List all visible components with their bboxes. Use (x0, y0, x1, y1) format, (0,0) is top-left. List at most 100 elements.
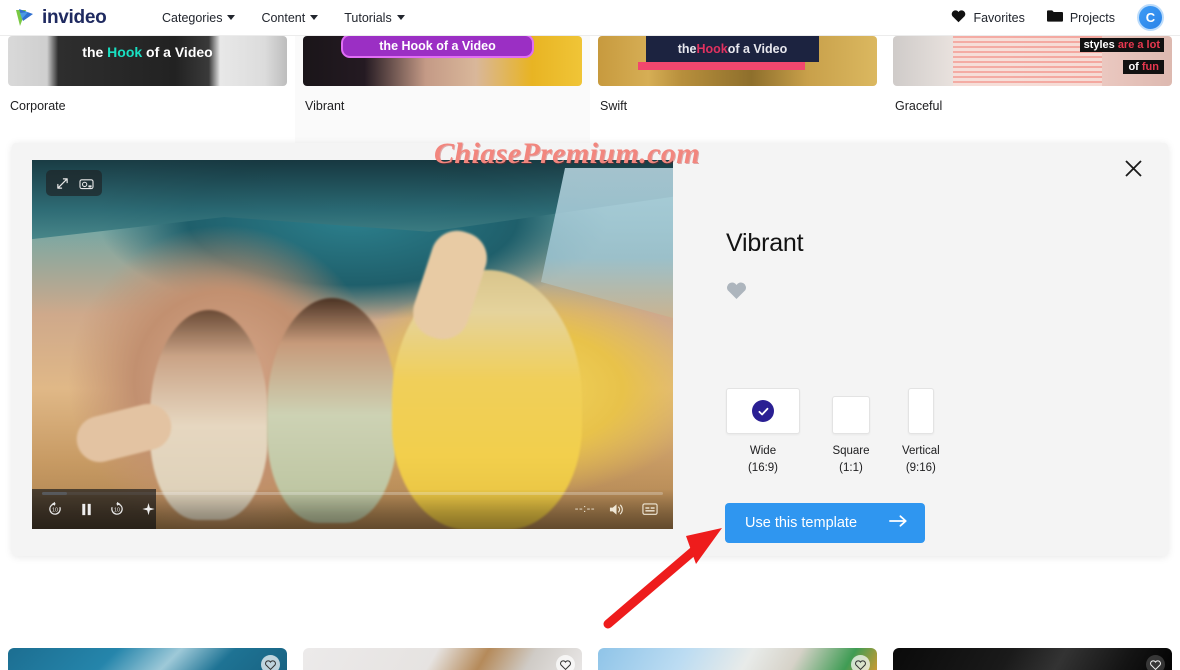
template-row-bottom (0, 648, 1180, 670)
video-player[interactable]: 10 10 --:-- (32, 160, 673, 529)
aspect-ratio-selector: Wide (16:9) Square (1:1) Vertical (9:16) (726, 388, 940, 476)
caption-highlight: Hook (696, 42, 728, 56)
header-actions: Favorites Projects C (951, 4, 1164, 31)
use-this-template-label: Use this template (745, 515, 858, 531)
aspect-ratio-label-wide: Wide (16:9) (748, 443, 778, 476)
sparkle-settings-icon[interactable] (135, 496, 161, 522)
camera-snapshot-icon[interactable] (75, 173, 97, 193)
projects-label: Projects (1069, 10, 1115, 25)
user-avatar[interactable]: C (1137, 4, 1164, 31)
arrow-right-icon (889, 514, 908, 532)
favorite-toggle-button[interactable] (726, 281, 747, 305)
caption-post: of a Video (142, 44, 213, 60)
nav-label-tutorials: Tutorials (344, 10, 392, 25)
svg-text:10: 10 (114, 508, 120, 514)
caption-pre: the (677, 42, 697, 56)
aspect-ratio-option-square[interactable]: Square (1:1) (832, 396, 870, 476)
template-thumbnail-bottom-1 (8, 648, 287, 670)
invideo-template-page: invideo Categories Content Tutorials Fav… (0, 0, 1180, 670)
video-controls-left: 10 10 (42, 496, 161, 522)
resize-expand-icon[interactable] (51, 173, 73, 193)
heart-icon (951, 9, 966, 26)
template-card-bottom-1[interactable] (0, 648, 295, 670)
aspect-ratio-label-vertical: Vertical (9:16) (902, 443, 940, 476)
replay-10-icon[interactable]: 10 (42, 496, 68, 522)
favorites-label: Favorites (973, 10, 1025, 25)
chevron-down-icon (310, 15, 319, 20)
video-controls-right: --:-- (575, 496, 663, 522)
aspect-ratio-box-vertical (907, 388, 934, 434)
aspect-ratio-option-vertical[interactable]: Vertical (9:16) (902, 388, 940, 476)
subtitles-cc-icon[interactable] (637, 496, 663, 522)
caption-pre: the (82, 44, 108, 60)
template-thumbnail-corporate: the Hook of a Video (8, 36, 287, 86)
template-thumbnail-vibrant: the Hook of a Video (303, 36, 582, 86)
caption-post: of a Video (727, 42, 788, 56)
chevron-down-icon (396, 15, 405, 20)
template-thumbnail-bottom-2 (303, 648, 582, 670)
video-top-controls (46, 170, 102, 196)
nav-label-content: Content (261, 10, 306, 25)
caption-highlight: are a lot (1117, 39, 1160, 51)
check-circle-icon (752, 400, 774, 422)
template-title: Vibrant (726, 229, 804, 257)
template-thumbnail-graceful: styles are a lot of fun (893, 36, 1172, 86)
template-card-bottom-2[interactable] (295, 648, 590, 670)
main-nav: Categories Content Tutorials (162, 11, 405, 25)
template-card-graceful[interactable]: styles are a lot of fun Graceful (885, 36, 1180, 143)
template-row-top: the Hook of a Video Corporate the Hook o… (0, 36, 1180, 143)
template-detail-panel: Vibrant Wide (16:9) Square (1:1) Vertica… (712, 143, 1168, 556)
brand-logo[interactable]: invideo (14, 7, 134, 29)
heart-icon[interactable] (261, 655, 280, 670)
thumbnail-caption-corporate: the Hook of a Video (8, 44, 287, 60)
template-card-vibrant[interactable]: the Hook of a Video Vibrant (295, 36, 590, 143)
aspect-ratio-name-square: Square (832, 445, 870, 457)
aspect-ratio-box-wide (726, 388, 800, 434)
invideo-logo-icon (14, 7, 36, 29)
template-thumbnail-swift: the Hook of a Video (598, 36, 877, 86)
pause-icon[interactable] (73, 496, 99, 522)
heart-icon[interactable] (851, 655, 870, 670)
aspect-ratio-box-square (832, 396, 870, 434)
folder-icon (1046, 9, 1063, 26)
thumbnail-accent-bar (638, 62, 805, 70)
template-thumbnail-bottom-3 (598, 648, 877, 670)
forward-10-icon[interactable]: 10 (104, 496, 130, 522)
template-label-vibrant: Vibrant (305, 99, 345, 113)
aspect-ratio-name-wide: Wide (749, 445, 777, 457)
aspect-ratio-value-wide: (16:9) (747, 461, 779, 474)
use-this-template-button[interactable]: Use this template (725, 503, 925, 543)
template-label-graceful: Graceful (895, 99, 943, 113)
caption-highlight: Hook (107, 44, 143, 60)
avatar-initial: C (1145, 10, 1156, 25)
brand-name: invideo (42, 6, 107, 28)
heart-icon[interactable] (556, 655, 575, 670)
template-thumbnail-bottom-4 (893, 648, 1172, 670)
template-card-swift[interactable]: the Hook of a Video Swift (590, 36, 885, 143)
template-label-swift: Swift (600, 99, 628, 113)
aspect-ratio-option-wide[interactable]: Wide (16:9) (726, 388, 800, 476)
svg-text:10: 10 (52, 508, 58, 514)
projects-link[interactable]: Projects (1046, 9, 1115, 26)
caption-pre: of (1128, 61, 1142, 73)
favorites-link[interactable]: Favorites (951, 9, 1025, 26)
caption-highlight: fun (1141, 61, 1159, 73)
template-card-bottom-3[interactable] (590, 648, 885, 670)
nav-item-categories[interactable]: Categories (162, 10, 236, 25)
thumbnail-caption-vibrant: the Hook of a Video (341, 36, 534, 58)
video-controls-bar: 10 10 --:-- (32, 489, 673, 529)
aspect-ratio-name-vertical: Vertical (902, 445, 940, 457)
template-card-bottom-4[interactable] (885, 648, 1180, 670)
template-card-corporate[interactable]: the Hook of a Video Corporate (0, 36, 295, 143)
thumbnail-caption-graceful-line2: of fun (1123, 60, 1164, 74)
thumbnail-caption-graceful-line1: styles are a lot (1079, 38, 1164, 52)
nav-item-content[interactable]: Content (261, 10, 319, 25)
nav-item-tutorials[interactable]: Tutorials (344, 10, 405, 25)
volume-icon[interactable] (603, 496, 629, 522)
aspect-ratio-value-square: (1:1) (839, 461, 863, 474)
template-preview-modal: 10 10 --:-- Vibrant Wide (16:9) Square (… (12, 143, 1168, 556)
thumbnail-caption-swift: the Hook of a Video (646, 36, 819, 62)
nav-label-categories: Categories (162, 10, 223, 25)
video-time-display: --:-- (574, 503, 595, 515)
heart-icon[interactable] (1146, 655, 1165, 670)
